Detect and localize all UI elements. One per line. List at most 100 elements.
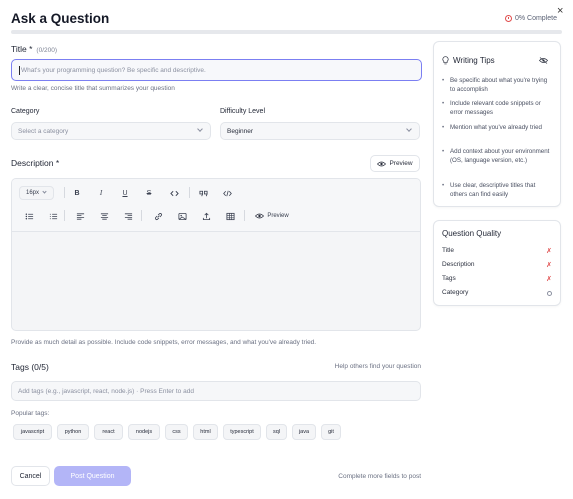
quality-item-label: Title — [442, 247, 455, 254]
description-label: Description * — [11, 158, 60, 168]
cancel-button[interactable]: Cancel — [11, 466, 50, 486]
quality-item-category: Category — [442, 289, 552, 296]
difficulty-selected: Beginner — [227, 127, 254, 135]
writing-tips-card: Writing Tips Be specific about what you'… — [433, 41, 561, 207]
align-left-icon[interactable] — [73, 210, 87, 222]
popular-tag-java[interactable]: java — [292, 424, 316, 440]
title-counter: (0/200) — [36, 47, 58, 54]
difficulty-label: Difficulty Level — [220, 108, 266, 115]
quality-item-title: Title ✗ — [442, 247, 552, 255]
quality-item-label: Tags — [442, 275, 456, 282]
writing-tip: Be specific about what you're trying to … — [442, 77, 554, 94]
table-icon[interactable] — [223, 210, 237, 222]
quality-item-label: Category — [442, 289, 469, 296]
toolbar-divider — [64, 187, 65, 198]
toolbar-divider — [141, 210, 142, 221]
text-caret — [19, 65, 20, 75]
align-center-icon[interactable] — [97, 210, 111, 222]
image-icon[interactable] — [175, 210, 189, 222]
progress-bar — [11, 30, 562, 34]
category-selected: Select a category — [18, 127, 69, 135]
toolbar-preview-label: Preview — [267, 213, 289, 219]
circle-icon — [547, 291, 552, 296]
title-hint: Write a clear, concise title that summar… — [11, 85, 175, 92]
tags-input[interactable]: Add tags (e.g., javascript, react, node.… — [11, 381, 421, 401]
popular-tag-react[interactable]: react — [94, 424, 123, 440]
link-icon[interactable] — [151, 210, 165, 222]
toolbar-divider — [244, 210, 245, 221]
bullet-list-icon[interactable] — [22, 210, 36, 222]
title-label: Title * — [11, 44, 33, 54]
popular-tag-css[interactable]: css — [165, 424, 188, 440]
popular-tag-python[interactable]: python — [57, 424, 89, 440]
bullet-list-glyph — [25, 213, 33, 219]
image-glyph — [177, 212, 187, 220]
description-hint: Provide as much detail as possible. Incl… — [11, 339, 317, 346]
upload-icon[interactable] — [199, 210, 213, 222]
italic-icon[interactable]: I — [94, 187, 108, 199]
x-mark-icon: ✗ — [546, 276, 552, 283]
numbered-list-icon[interactable] — [46, 210, 60, 222]
tags-label: Tags (0/5) — [11, 362, 49, 372]
inline-code-glyph — [169, 190, 179, 196]
title-placeholder: What's your programming question? Be spe… — [21, 66, 206, 74]
numbered-list-glyph — [49, 213, 57, 219]
link-glyph — [154, 212, 162, 220]
progress-label: 0% Complete — [514, 15, 557, 22]
popular-tag-javascript[interactable]: javascript — [13, 424, 52, 440]
align-center-glyph — [100, 212, 108, 220]
tags-placeholder: Add tags (e.g., javascript, react, node.… — [18, 387, 194, 395]
eye-icon — [377, 161, 387, 166]
code-block-glyph — [222, 190, 232, 196]
preview-button[interactable]: Preview — [370, 155, 420, 172]
table-glyph — [225, 212, 235, 220]
popular-tag-nodejs[interactable]: nodejs — [128, 424, 160, 440]
quality-item-tags: Tags ✗ — [442, 275, 552, 283]
footer-status: Complete more fields to post — [338, 473, 421, 480]
quote-icon[interactable] — [196, 187, 210, 199]
inline-code-icon[interactable] — [167, 187, 181, 199]
post-question-button[interactable]: Post Question — [54, 466, 131, 486]
chevron-down-icon — [197, 126, 203, 132]
strikethrough-icon[interactable]: S — [142, 187, 156, 199]
close-icon[interactable]: × — [557, 5, 563, 17]
title-label-row: Title * (0/200) — [11, 44, 57, 54]
popular-tag-typescript[interactable]: typescript — [223, 424, 261, 440]
code-block-icon[interactable] — [220, 187, 234, 199]
title-input[interactable]: What's your programming question? Be spe… — [11, 59, 422, 81]
eye-icon — [255, 213, 265, 219]
preview-button-label: Preview — [389, 160, 413, 167]
toolbar-preview-button[interactable]: Preview — [252, 210, 292, 222]
align-left-glyph — [76, 212, 84, 220]
chevron-down-icon — [42, 189, 47, 194]
popular-tags-label: Popular tags: — [11, 410, 50, 417]
underline-icon[interactable]: U — [118, 187, 132, 199]
popular-tag-sql[interactable]: sql — [266, 424, 287, 440]
description-editor[interactable]: 16px B I U S Preview — [11, 178, 421, 331]
question-quality-card: Question Quality Title ✗ Description ✗ T… — [433, 220, 561, 306]
font-size-select[interactable]: 16px — [19, 186, 54, 200]
question-quality-title: Question Quality — [442, 229, 502, 238]
editor-content-area[interactable] — [12, 232, 420, 330]
writing-tips-title: Writing Tips — [453, 56, 495, 65]
page-title: Ask a Question — [11, 11, 110, 26]
writing-tip: Include relevant code snippets or error … — [442, 100, 554, 117]
align-right-icon[interactable] — [121, 210, 135, 222]
quote-glyph — [198, 190, 208, 196]
x-mark-icon: ✗ — [546, 262, 552, 269]
toolbar-divider — [64, 210, 65, 221]
progress-status: 0% Complete — [504, 15, 557, 22]
writing-tip: Use clear, descriptive titles that other… — [442, 182, 554, 199]
writing-tip: Mention what you've already tried — [442, 124, 554, 133]
eye-off-icon[interactable] — [539, 57, 548, 64]
popular-tag-html[interactable]: html — [193, 424, 218, 440]
difficulty-select[interactable]: Beginner — [220, 122, 420, 140]
category-select[interactable]: Select a category — [11, 122, 211, 140]
x-mark-icon: ✗ — [546, 248, 552, 255]
editor-toolbar: 16px B I U S Preview — [12, 179, 420, 232]
popular-tag-git[interactable]: git — [321, 424, 341, 440]
font-size-value: 16px — [26, 190, 40, 196]
bold-icon[interactable]: B — [70, 187, 84, 199]
chevron-down-icon — [406, 126, 412, 132]
lightbulb-icon — [442, 56, 449, 65]
